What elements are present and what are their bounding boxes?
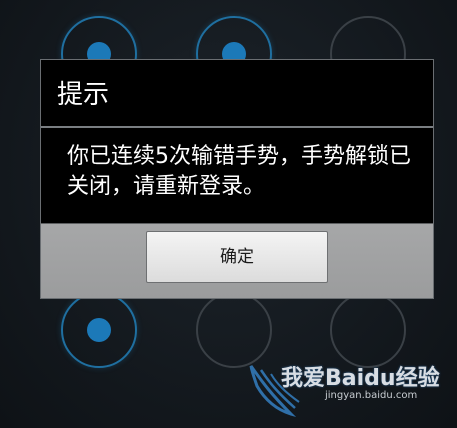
alert-dialog: 提示 你已连续5次输错手势，手势解锁已关闭，请重新登录。 确定 [40,59,434,299]
confirm-button[interactable]: 确定 [146,231,328,283]
pattern-dot [87,318,111,342]
watermark-url: jingyan.baidu.com [325,390,418,401]
baidu-jingyan-watermark: 我爱Baidu经验 jingyan.baidu.com [247,360,447,418]
dialog-message: 你已连续5次输错手势，手势解锁已关闭，请重新登录。 [67,144,411,199]
lock-screen: 提示 你已连续5次输错手势，手势解锁已关闭，请重新登录。 确定 我爱Baidu经… [0,0,457,428]
dialog-button-bar: 确定 [41,223,433,298]
dialog-title: 提示 [41,60,433,128]
pattern-node-7[interactable] [61,292,137,368]
watermark-text: 我爱Baidu经验 [281,366,440,391]
pattern-node-9[interactable] [330,292,406,368]
pattern-node-8[interactable] [196,292,272,368]
